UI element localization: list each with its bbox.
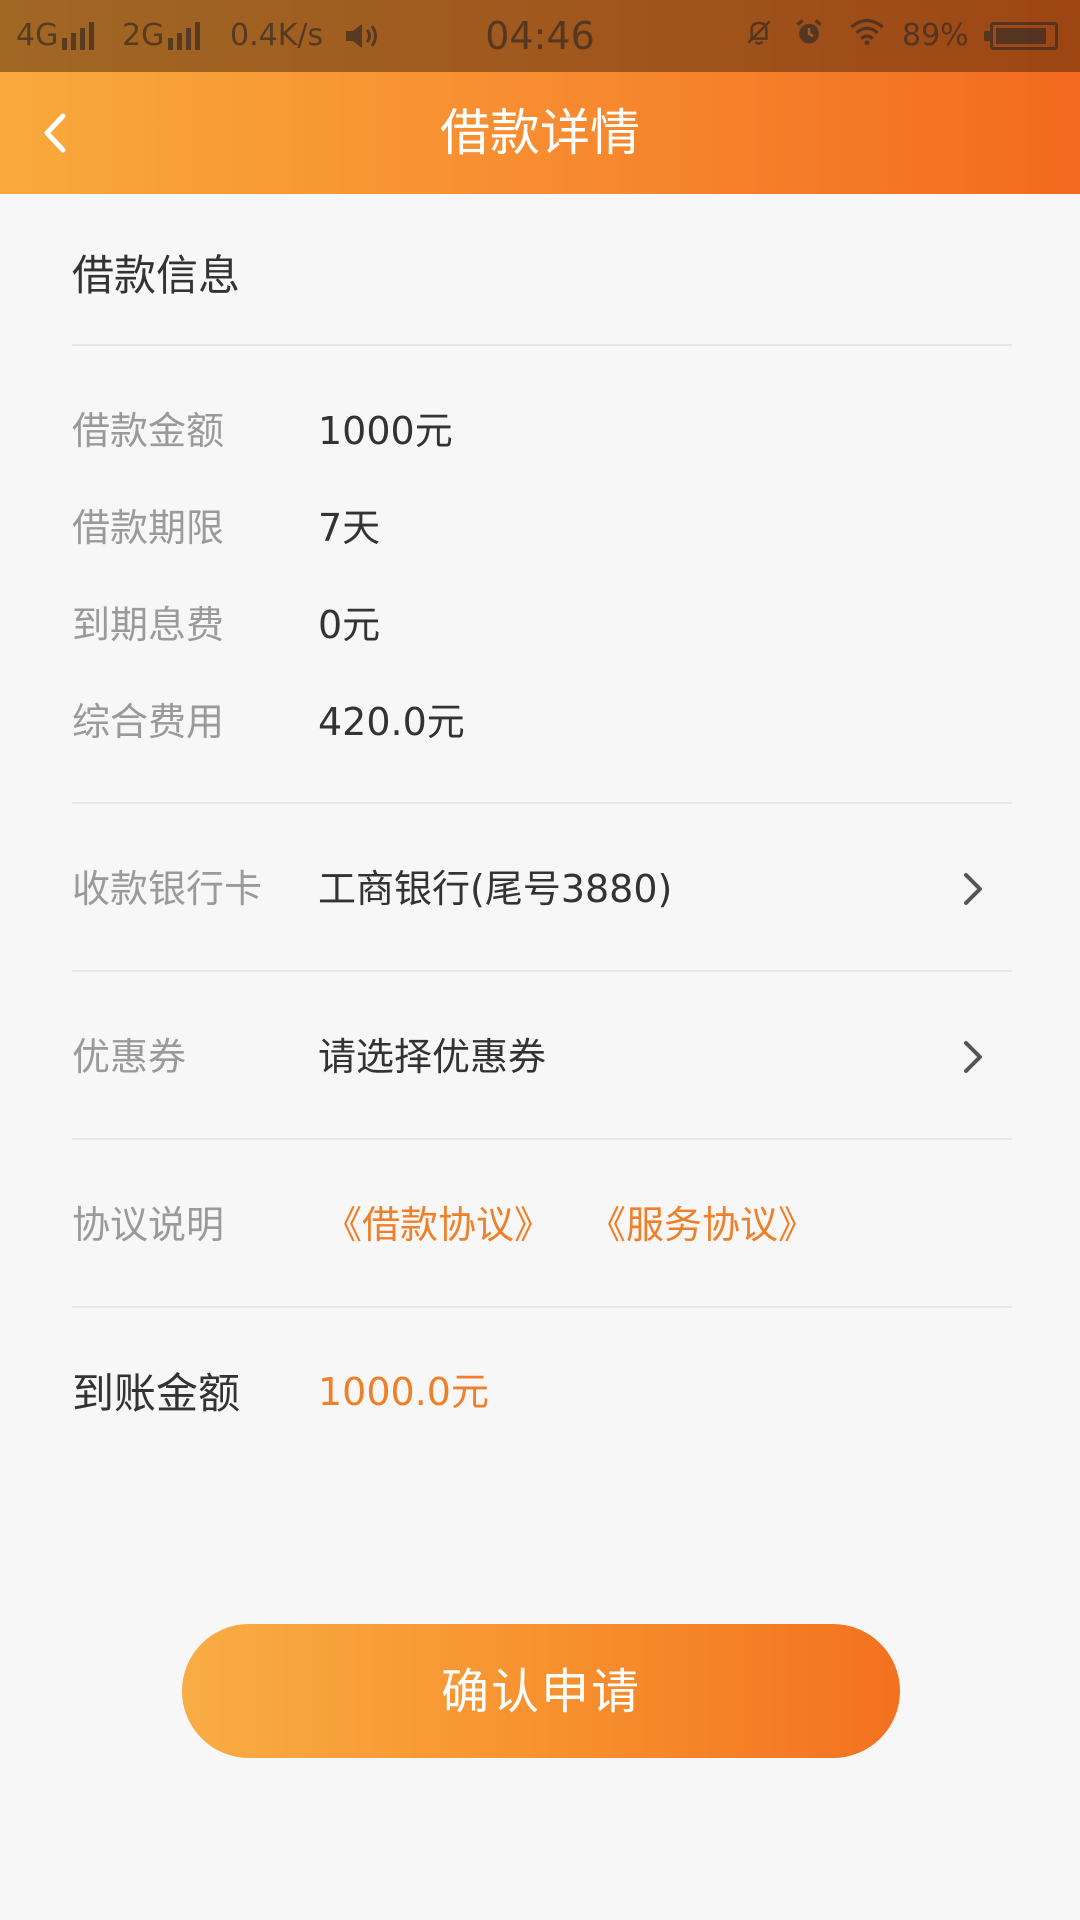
due-interest-value: 0元 (318, 603, 381, 647)
divider (72, 1138, 1012, 1140)
chevron-right-icon[interactable] (958, 864, 988, 914)
bank-card-value: 工商银行(尾号3880) (318, 867, 673, 911)
section-title-loan-info: 借款信息 (72, 251, 241, 300)
app-header: 借款详情 (0, 72, 1080, 194)
loan-agreement-link[interactable]: 《借款协议》 (324, 1200, 552, 1250)
due-interest-label: 到期息费 (72, 603, 225, 647)
alarm-icon (796, 19, 822, 44)
divider (72, 1306, 1012, 1308)
battery-percent: 89% (902, 18, 969, 53)
chevron-right-icon[interactable] (958, 1032, 988, 1082)
loan-amount-value: 1000元 (318, 409, 453, 453)
page-title: 借款详情 (440, 104, 640, 162)
arrival-amount-value: 1000.0元 (318, 1370, 489, 1414)
loan-term-value: 7天 (318, 506, 381, 550)
service-agreement-link[interactable]: 《服务协议》 (588, 1200, 816, 1250)
total-fee-label: 综合费用 (72, 700, 225, 744)
coupon-label: 优惠券 (72, 1035, 187, 1079)
wifi-icon (850, 18, 884, 46)
loan-amount-label: 借款金额 (72, 409, 225, 453)
loan-term-label: 借款期限 (72, 506, 225, 550)
confirm-apply-button[interactable]: 确认申请 (182, 1624, 900, 1758)
battery-level-fill (996, 28, 1046, 44)
agreements-label: 协议说明 (72, 1203, 225, 1247)
top-bar: 4G 2G 0.4K/s 04:46 89% 借款详情 (0, 0, 1080, 194)
divider (72, 344, 1012, 346)
arrival-amount-label: 到账金额 (72, 1369, 241, 1418)
battery-icon (984, 22, 1058, 50)
coupon-value: 请选择优惠券 (318, 1035, 547, 1079)
status-bar: 4G 2G 0.4K/s 04:46 89% (0, 0, 1080, 72)
total-fee-value: 420.0元 (318, 700, 465, 744)
bank-card-label: 收款银行卡 (72, 867, 263, 911)
bell-off-icon (747, 20, 771, 45)
